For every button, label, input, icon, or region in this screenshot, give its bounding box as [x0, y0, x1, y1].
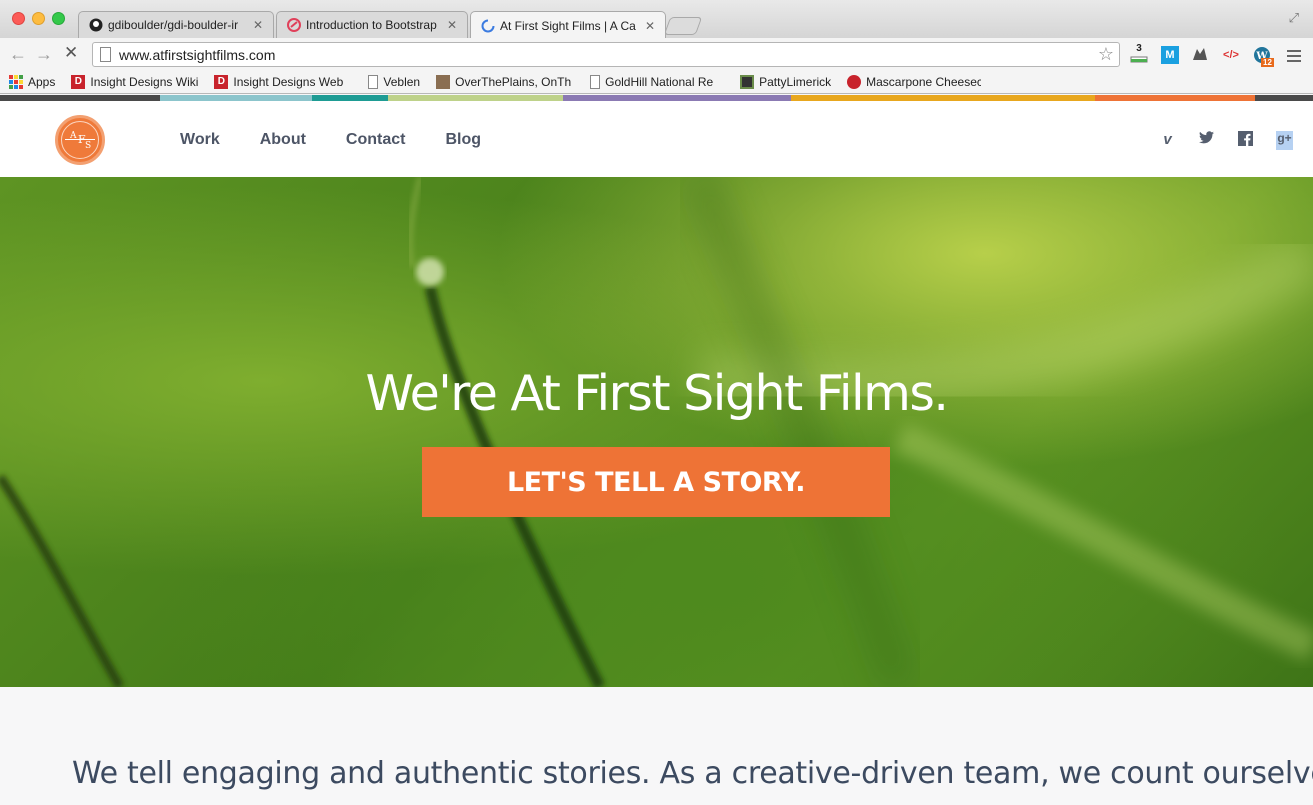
site-icon	[436, 75, 451, 89]
vimeo-icon[interactable]: v	[1159, 131, 1176, 150]
bookmark-veblen[interactable]: Veblen	[368, 75, 420, 89]
url-text: www.atfirstsightfilms.com	[119, 46, 276, 63]
hero-section: We're At First Sight Films. LET'S TELL A…	[0, 177, 1313, 687]
gdi-icon	[287, 18, 301, 32]
loading-spinner-icon	[481, 19, 495, 33]
intro-text: We tell engaging and authentic stories. …	[72, 756, 1313, 791]
page-icon	[100, 47, 111, 62]
page-icon	[590, 75, 601, 89]
site-icon	[740, 75, 755, 89]
nav-work[interactable]: Work	[180, 131, 220, 149]
wordpress-icon[interactable]: W 12	[1253, 46, 1274, 67]
page-icon	[368, 75, 379, 89]
back-button[interactable]: ←	[9, 44, 27, 65]
close-tab-icon[interactable]: ✕	[645, 19, 655, 33]
nav-blog[interactable]: Blog	[445, 131, 481, 149]
window-minimize-button[interactable]	[32, 12, 45, 25]
bookmark-insight-web[interactable]: D Insight Designs Web	[214, 75, 348, 89]
close-tab-icon[interactable]: ✕	[447, 18, 457, 32]
bookmark-goldhill[interactable]: GoldHill National Re	[590, 75, 726, 89]
logo-monogram: A F S	[61, 121, 99, 159]
site-header: A F S Work About Contact Blog v g+	[0, 101, 1313, 177]
bookmark-insight-wiki[interactable]: D Insight Designs Wiki	[71, 75, 198, 89]
tab-title: At First Sight Films | A Ca	[500, 18, 636, 33]
browser-toolbar: ← → ✕ www.atfirstsightfilms.com ☆ 3 M </…	[0, 38, 1313, 71]
bookmark-pattylimerick[interactable]: PattyLimerick	[740, 75, 831, 89]
close-tab-icon[interactable]: ✕	[253, 18, 263, 32]
grass-background-image	[0, 177, 1313, 687]
bookmark-overtheplains[interactable]: OverThePlains, OnTh	[436, 75, 572, 89]
browser-tab-bootstrap[interactable]: Introduction to Bootstrap ✕	[276, 11, 468, 38]
fox-extension-icon[interactable]	[1191, 46, 1209, 64]
new-tab-button[interactable]	[663, 17, 703, 35]
food-icon	[847, 75, 862, 89]
afsf-logo[interactable]: A F S	[55, 115, 105, 165]
forward-button[interactable]: →	[35, 44, 53, 65]
extension-counter-icon[interactable]: 3	[1130, 43, 1148, 64]
fullscreen-icon[interactable]: ⤢	[1289, 10, 1299, 26]
window-close-button[interactable]	[12, 12, 25, 25]
browser-menu-icon[interactable]	[1287, 50, 1301, 65]
browser-tab-bar: gdiboulder/gdi-boulder-ir ✕ Introduction…	[0, 0, 1313, 39]
insight-designs-icon: D	[71, 75, 86, 89]
github-icon	[89, 18, 103, 32]
tab-title: gdiboulder/gdi-boulder-ir	[108, 18, 239, 32]
insight-designs-icon: D	[214, 75, 229, 89]
m-extension-icon[interactable]: M	[1161, 46, 1179, 64]
apps-grid-icon	[9, 75, 23, 89]
twitter-icon[interactable]	[1198, 131, 1215, 150]
lets-tell-a-story-button[interactable]: LET'S TELL A STORY.	[422, 447, 890, 517]
bookmark-star-icon[interactable]: ☆	[1098, 44, 1114, 65]
tab-title: Introduction to Bootstrap	[306, 18, 437, 32]
bookmark-apps[interactable]: Apps	[9, 75, 55, 89]
address-bar[interactable]: www.atfirstsightfilms.com ☆	[92, 42, 1120, 67]
google-plus-icon[interactable]: g+	[1276, 131, 1293, 150]
main-nav: Work About Contact Blog	[180, 131, 521, 149]
browser-tab-github[interactable]: gdiboulder/gdi-boulder-ir ✕	[78, 11, 274, 38]
nav-contact[interactable]: Contact	[346, 131, 406, 149]
browser-tab-afsf[interactable]: At First Sight Films | A Ca ✕	[470, 11, 666, 39]
stop-loading-button[interactable]: ✕	[64, 43, 78, 63]
bookmarks-bar: Apps D Insight Designs Wiki D Insight De…	[0, 71, 1313, 94]
hero-title: We're At First Sight Films.	[365, 365, 949, 422]
window-maximize-button[interactable]	[52, 12, 65, 25]
nav-about[interactable]: About	[260, 131, 306, 149]
social-links: v g+	[1137, 131, 1293, 150]
facebook-icon[interactable]	[1237, 131, 1254, 150]
bookmark-mascarpone[interactable]: Mascarpone Cheesec	[847, 75, 981, 89]
code-extension-icon[interactable]: </>	[1222, 46, 1240, 64]
